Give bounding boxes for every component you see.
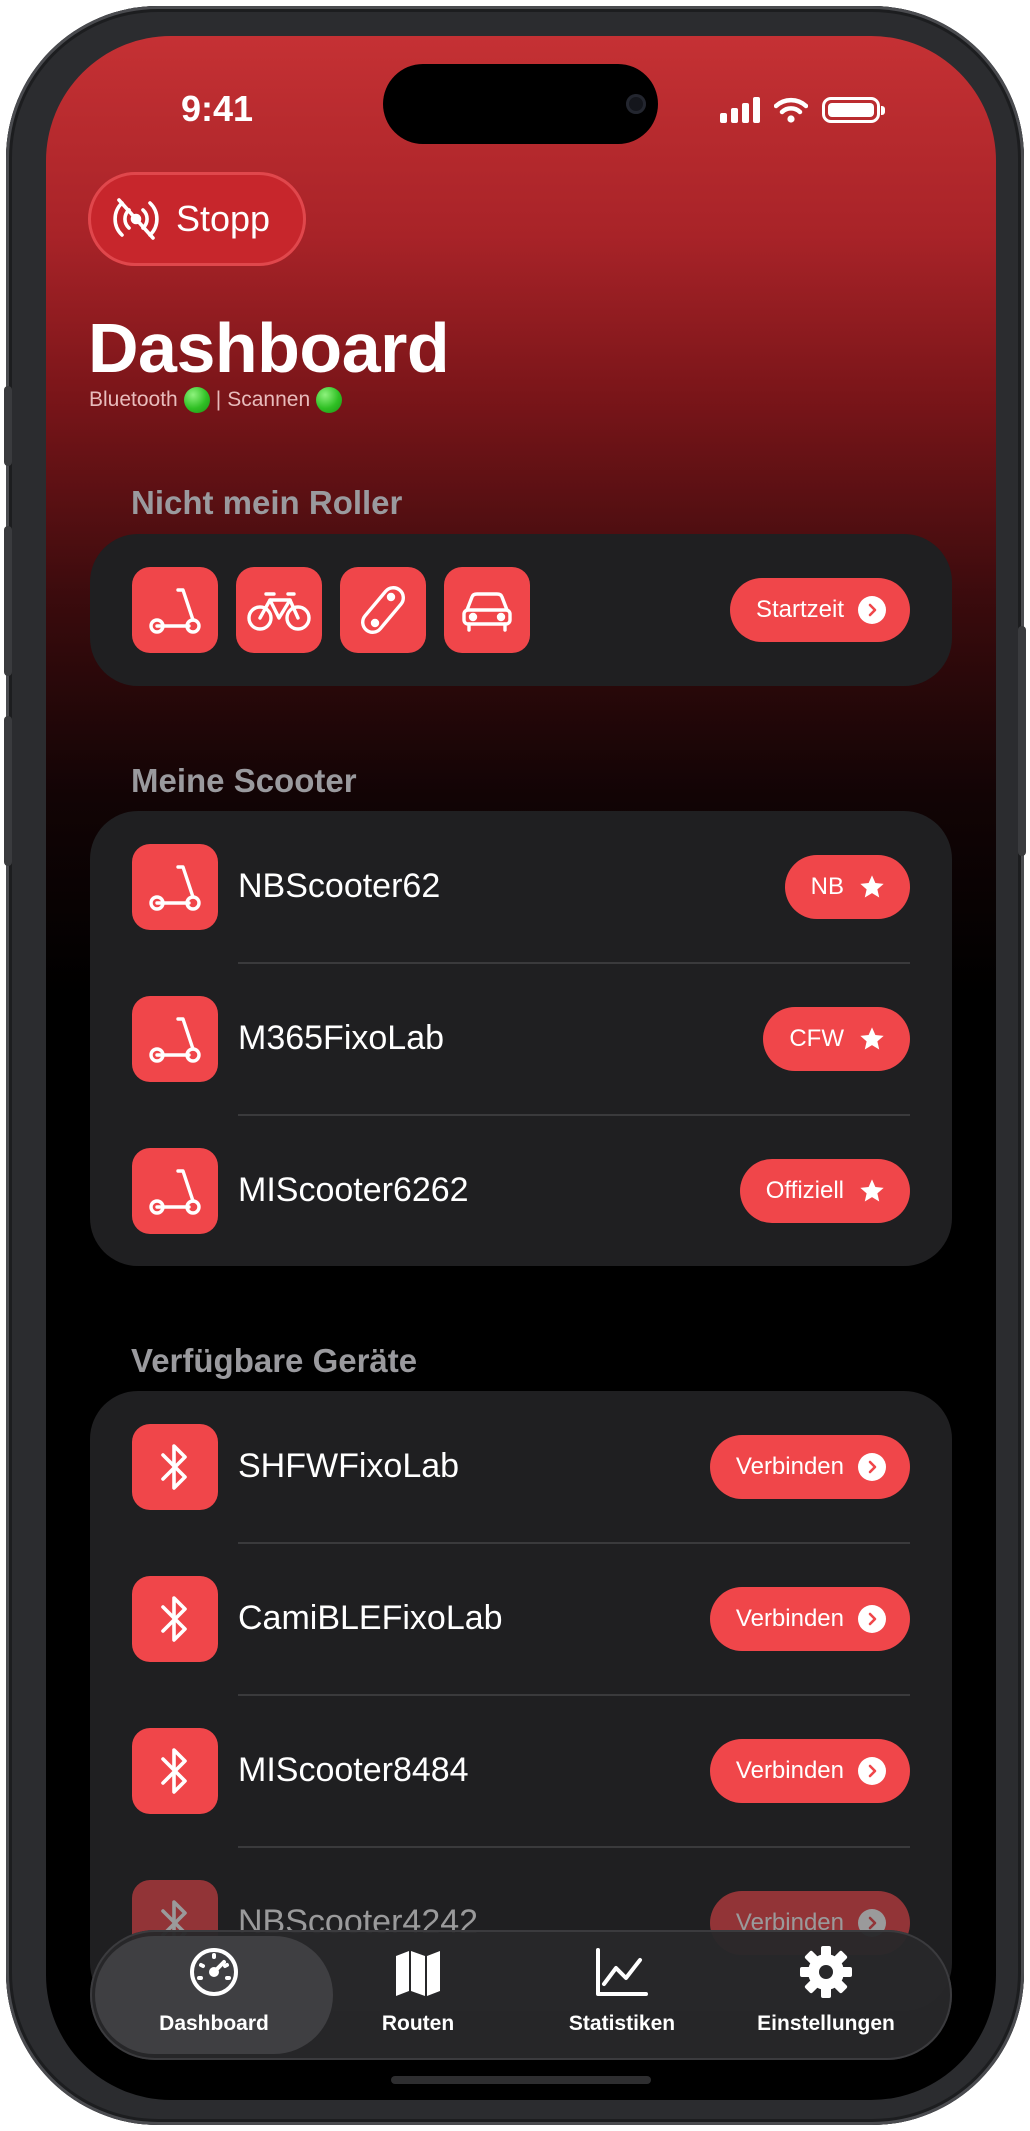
scooter-tile xyxy=(132,1148,218,1234)
chevron-right-icon xyxy=(858,596,886,624)
vehicle-skateboard-button[interactable] xyxy=(340,567,426,653)
tab-label: Routen xyxy=(381,2012,455,2035)
scan-status-label: Scannen xyxy=(227,388,311,411)
tab-dashboard[interactable]: Dashboard xyxy=(114,1942,314,2052)
tab-label: Einstellungen xyxy=(757,2012,895,2035)
stop-scan-button[interactable]: Stopp xyxy=(88,172,306,266)
tab-routes[interactable]: Routen xyxy=(318,1942,518,2052)
my-scooters-card: NBScooter62 NB M365FixoLab CFW MIScooter… xyxy=(90,811,952,1266)
list-item[interactable]: MIScooter6262 Offiziell xyxy=(90,1115,952,1267)
connect-button-label: Verbinden xyxy=(735,1605,844,1632)
start-time-button[interactable]: Startzeit xyxy=(729,578,910,642)
mute-switch xyxy=(4,386,12,466)
chevron-right-icon xyxy=(858,1757,886,1785)
bluetooth-icon xyxy=(161,1444,187,1490)
status-icons xyxy=(720,96,885,124)
bluetooth-status-label: Bluetooth xyxy=(89,388,178,411)
tab-statistics[interactable]: Statistiken xyxy=(522,1942,722,2052)
battery-icon xyxy=(822,97,885,123)
bluetooth-icon xyxy=(161,1596,187,1642)
section-title-not-my-scooter: Nicht mein Roller xyxy=(131,484,403,521)
dynamic-island xyxy=(383,64,658,144)
wifi-icon xyxy=(774,97,808,123)
map-icon xyxy=(392,1942,444,2002)
bluetooth-icon xyxy=(161,1748,187,1794)
bluetooth-status-indicator xyxy=(183,387,210,413)
scooter-icon xyxy=(149,588,201,634)
connect-button-label: Verbinden xyxy=(735,1757,844,1784)
volume-up-button xyxy=(4,526,12,676)
start-time-label: Startzeit xyxy=(755,596,844,623)
gear-icon xyxy=(798,1942,854,2002)
connect-button[interactable]: Verbinden xyxy=(709,1587,910,1651)
tab-label: Statistiken xyxy=(568,2012,676,2035)
connect-button-label: Verbinden xyxy=(735,1453,844,1480)
scooter-icon xyxy=(149,865,201,911)
bluetooth-tile xyxy=(132,1576,218,1662)
vehicle-scooter-button[interactable] xyxy=(132,567,218,653)
bicycle-icon xyxy=(247,592,311,631)
power-button xyxy=(1018,626,1026,856)
star-icon xyxy=(860,875,884,898)
volume-down-button xyxy=(4,716,12,866)
connection-status: Bluetooth | Scannen xyxy=(89,387,343,413)
available-devices-card: SHFWFixoLab Verbinden CamiBLEFixoLab Ver… xyxy=(90,1391,952,2011)
bluetooth-tile xyxy=(132,1728,218,1814)
device-name: MIScooter8484 xyxy=(238,1751,469,1789)
list-item[interactable]: M365FixoLab CFW xyxy=(90,963,952,1115)
star-icon xyxy=(860,1027,884,1050)
section-title-available-devices: Verfügbare Geräte xyxy=(131,1342,418,1379)
status-separator: | xyxy=(215,388,222,411)
antenna-off-icon xyxy=(113,198,159,240)
speedometer-icon xyxy=(187,1942,241,2002)
firmware-badge-label: CFW xyxy=(789,1025,844,1052)
app-screen: 9:41 Stopp Dashboard Bluetooth | Scannen… xyxy=(46,36,996,2100)
star-icon xyxy=(860,1179,884,1202)
connect-button[interactable]: Verbinden xyxy=(709,1435,910,1499)
firmware-badge-label: NB xyxy=(810,873,844,900)
device-name: CamiBLEFixoLab xyxy=(238,1599,503,1637)
device-name: SHFWFixoLab xyxy=(238,1447,460,1485)
firmware-badge-button[interactable]: NB xyxy=(784,855,910,919)
stop-button-label: Stopp xyxy=(176,198,271,239)
scooter-name: NBScooter62 xyxy=(238,867,441,905)
bluetooth-tile xyxy=(132,1424,218,1510)
scooter-name: M365FixoLab xyxy=(238,1019,445,1057)
scooter-icon xyxy=(149,1017,201,1063)
firmware-badge-button[interactable]: CFW xyxy=(763,1007,910,1071)
vehicle-bicycle-button[interactable] xyxy=(236,567,322,653)
chart-icon xyxy=(594,1942,650,2002)
firmware-badge-label: Offiziell xyxy=(765,1177,844,1204)
home-indicator xyxy=(391,2076,651,2084)
cellular-icon xyxy=(720,97,760,123)
front-camera xyxy=(626,94,646,114)
connect-button[interactable]: Verbinden xyxy=(709,1739,910,1803)
scooter-name: MIScooter6262 xyxy=(238,1171,469,1209)
scooter-tile xyxy=(132,844,218,930)
list-item[interactable]: MIScooter8484 Verbinden xyxy=(90,1695,952,1847)
car-icon xyxy=(462,592,512,632)
tab-label: Dashboard xyxy=(159,2012,269,2035)
section-title-my-scooters: Meine Scooter xyxy=(131,762,357,799)
list-item[interactable]: NBScooter62 NB xyxy=(90,811,952,963)
scooter-icon xyxy=(149,1169,201,1215)
vehicle-car-button[interactable] xyxy=(444,567,530,653)
scooter-tile xyxy=(132,996,218,1082)
chevron-right-icon xyxy=(858,1605,886,1633)
tab-settings[interactable]: Einstellungen xyxy=(726,1942,926,2052)
not-my-scooter-card: Startzeit xyxy=(90,534,952,686)
scan-status-indicator xyxy=(316,387,343,413)
phone-frame: 9:41 Stopp Dashboard Bluetooth | Scannen… xyxy=(4,6,1026,2125)
page-title: Dashboard xyxy=(88,309,450,387)
firmware-badge-button[interactable]: Offiziell xyxy=(739,1159,910,1223)
status-time: 9:41 xyxy=(181,88,254,129)
list-item[interactable]: SHFWFixoLab Verbinden xyxy=(90,1391,952,1543)
list-item[interactable]: CamiBLEFixoLab Verbinden xyxy=(90,1543,952,1695)
skateboard-icon xyxy=(361,586,405,634)
chevron-right-icon xyxy=(858,1453,886,1481)
